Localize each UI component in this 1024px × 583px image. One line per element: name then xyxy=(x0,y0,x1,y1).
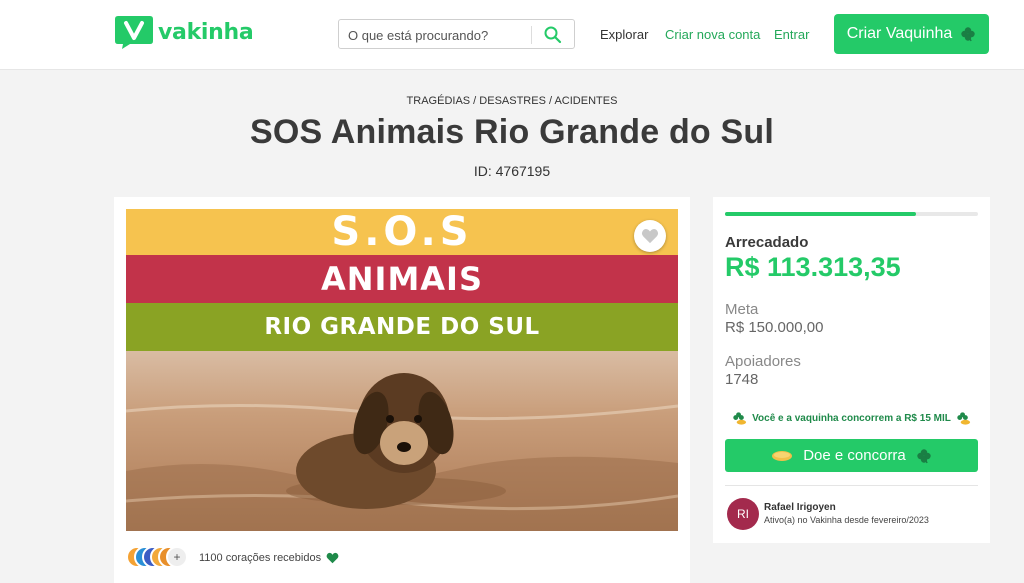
page-title: SOS Animais Rio Grande do Sul xyxy=(249,113,775,151)
supporter-avatars[interactable]: + xyxy=(126,546,190,570)
arrecadado-value: R$ 113.313,35 xyxy=(725,252,901,282)
apoiadores-label: Apoiadores xyxy=(725,353,801,370)
vakinha-logo[interactable]: vakinha xyxy=(114,14,254,50)
image-band-animais: ANIMAIS xyxy=(126,255,678,303)
heart-icon xyxy=(326,552,339,564)
dog-illustration xyxy=(126,373,678,531)
image-band-sos: S.O.S xyxy=(126,209,678,255)
divider xyxy=(725,485,978,486)
dog-in-flood-photo xyxy=(126,351,678,531)
nav-criar-conta-link[interactable]: Criar nova conta xyxy=(665,27,760,42)
search-input[interactable] xyxy=(348,26,528,44)
coin-icon xyxy=(772,450,793,461)
apoiadores-value: 1748 xyxy=(725,371,759,388)
search-icon xyxy=(544,26,562,44)
search-box xyxy=(338,19,575,49)
supporters-row: + 1100 corações recebidos xyxy=(126,546,339,570)
heart-icon xyxy=(641,229,659,244)
owner-since: Ativo(a) no Vakinha desde fevereiro/2023 xyxy=(764,515,929,525)
search-divider xyxy=(531,26,532,44)
criar-vaquinha-button[interactable]: Criar Vaquinha xyxy=(834,14,989,54)
progress-bar xyxy=(725,212,978,216)
doe-e-concorra-button[interactable]: Doe e concorra xyxy=(725,439,978,472)
owner-name[interactable]: Rafael Irigoyen xyxy=(764,502,836,513)
meta-label: Meta xyxy=(725,301,759,318)
nav-entrar-link[interactable]: Entrar xyxy=(774,27,809,42)
top-header: vakinha Explorar Criar nova conta Entrar… xyxy=(0,0,1024,70)
more-supporters-badge[interactable]: + xyxy=(166,546,188,568)
logo-text: vakinha xyxy=(158,19,254,45)
clover-coin-icon xyxy=(733,412,747,425)
promo-line[interactable]: Você e a vaquinha concorrem a R$ 15 MIL xyxy=(725,411,978,426)
nav-explorar-link[interactable]: Explorar xyxy=(600,27,648,42)
favorite-button[interactable] xyxy=(634,220,666,252)
meta-value: R$ 150.000,00 xyxy=(725,319,824,336)
search-button[interactable] xyxy=(542,25,564,45)
clover-icon xyxy=(917,448,931,463)
campaign-card: S.O.S ANIMAIS RIO GRANDE DO SUL + 1100 c… xyxy=(114,197,690,583)
owner-avatar[interactable]: RI xyxy=(727,498,759,530)
campaign-id: ID: 4767195 xyxy=(473,163,551,179)
clover-coin-icon xyxy=(957,412,970,425)
promo-text: Você e a vaquinha concorrem a R$ 15 MIL xyxy=(752,413,951,424)
clover-icon xyxy=(961,27,975,42)
hearts-count: 1100 corações recebidos xyxy=(199,552,322,564)
progress-fill xyxy=(725,212,916,216)
criar-vaquinha-label: Criar Vaquinha xyxy=(846,25,953,42)
arrecadado-label: Arrecadado xyxy=(725,234,809,251)
image-band-rio-grande: RIO GRANDE DO SUL xyxy=(126,303,678,351)
doe-e-concorra-label: Doe e concorra xyxy=(803,447,906,464)
donation-card: Arrecadado R$ 113.313,35 Meta R$ 150.000… xyxy=(713,197,990,543)
vakinha-logo-icon xyxy=(115,16,153,49)
campaign-image: S.O.S ANIMAIS RIO GRANDE DO SUL xyxy=(126,209,678,531)
breadcrumb[interactable]: TRAGÉDIAS / DESASTRES / ACIDENTES xyxy=(0,95,1024,107)
